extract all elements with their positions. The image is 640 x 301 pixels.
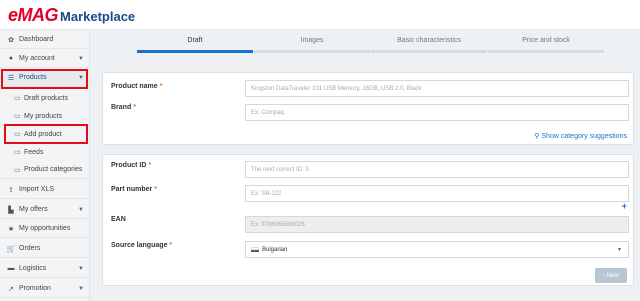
step-images[interactable]: Images (254, 37, 370, 44)
user-icon: ● (8, 55, 14, 62)
product-identifiers-panel: Product ID * The next correct ID: 3 Part … (102, 154, 634, 286)
sidebar-item-my-offers[interactable]: ▙ My offers ▼ (0, 201, 90, 219)
chevron-down-icon: ▼ (78, 265, 84, 272)
folder-icon: ▭ (14, 166, 21, 174)
source-language-label: Source language * (111, 242, 173, 249)
ean-label: EAN (111, 216, 126, 223)
sidebar-item-label: My account (19, 55, 55, 62)
step-basic-characteristics[interactable]: Basic characteristics (371, 37, 487, 44)
part-number-input[interactable]: Ex: SB-122 (245, 185, 629, 202)
source-language-select[interactable]: Bulgarian ▼ (245, 241, 629, 258)
step-price-and-stock[interactable]: Price and stock (488, 37, 604, 44)
product-id-input[interactable]: The next correct ID: 3 (245, 161, 629, 178)
folder-icon: ▭ (14, 113, 21, 120)
cart-icon: 🛒 (6, 245, 16, 253)
bulgaria-flag-icon (251, 247, 259, 252)
folder-icon: ▭ (14, 95, 21, 102)
product-id-label: Product ID * (111, 162, 152, 169)
chevron-down-icon: ▼ (78, 206, 84, 213)
sidebar-item-label: My opportunities (19, 225, 71, 232)
sidebar-item-orders[interactable]: 🛒 Orders (0, 240, 90, 258)
product-name-input[interactable]: Kingston DataTraveler 101 USB Memory, 16… (245, 80, 629, 97)
chevron-down-icon: ▼ (78, 55, 84, 62)
sidebar-item-label: My offers (19, 206, 48, 213)
caret-down-icon: ▼ (617, 246, 622, 253)
wizard-stepper: Draft Images Basic characteristics Price… (92, 31, 640, 59)
upload-icon: ⇪ (8, 186, 14, 194)
sidebar-item-dashboard[interactable]: ✿ Dashboard (0, 31, 90, 49)
highlight-add-product (4, 124, 88, 144)
logo-emag-text: eMAG (8, 4, 59, 25)
trend-icon: ↗ (8, 285, 14, 293)
sidebar-item-import-xls[interactable]: ⇪ Import XLS (0, 181, 90, 199)
star-icon: ★ (7, 225, 15, 233)
show-category-suggestions-link[interactable]: ⚲ Show category suggestions (534, 132, 627, 140)
sidebar-item-label: Import XLS (19, 186, 55, 193)
pin-icon: ⚲ (534, 133, 540, 140)
ean-input[interactable]: Ex: 9786065889026 (245, 216, 629, 233)
sidebar-subitem-product-categories[interactable]: ▭ Product categories (0, 161, 90, 179)
folder-icon: ▭ (14, 149, 21, 156)
sidebar-item-label: Logistics (19, 265, 47, 272)
source-language-value: Bulgarian (262, 246, 288, 253)
sidebar-item-my-account[interactable]: ● My account ▼ (0, 50, 90, 68)
logo-marketplace-text: Marketplace (60, 9, 136, 24)
step-price-and-stock-bar (488, 50, 604, 53)
truck-icon: ▬ (7, 265, 15, 272)
sidebar-subitem-draft-products[interactable]: ▭ Draft products (0, 89, 90, 107)
brand-label: Brand * (111, 104, 136, 111)
top-header: eMAG Marketplace (0, 0, 640, 30)
sidebar-item-my-opportunities[interactable]: ★ My opportunities (0, 220, 90, 238)
sidebar-item-promotion[interactable]: ↗ Promotion ▼ (0, 280, 90, 298)
step-draft-bar (137, 50, 253, 53)
sidebar-subitem-label: Feeds (24, 148, 44, 156)
emag-marketplace-logo[interactable]: eMAG Marketplace (8, 3, 135, 27)
sidebar-item-label: Orders (19, 245, 41, 252)
sidebar-subitem-feeds[interactable]: ▭ Feeds (0, 143, 90, 161)
sidebar-item-label: Dashboard (19, 36, 54, 43)
chart-icon: ▙ (8, 206, 14, 214)
step-draft[interactable]: Draft (137, 37, 253, 44)
product-info-panel: Product name * Kingston DataTraveler 101 … (102, 72, 634, 145)
next-button[interactable]: › Next (595, 268, 627, 283)
step-basic-characteristics-bar (371, 50, 487, 53)
sidebar-subitem-label: My products (24, 112, 63, 120)
sidebar-subitem-my-products[interactable]: ▭ My products (0, 107, 90, 125)
highlight-products (1, 69, 88, 89)
sidebar-item-logistics[interactable]: ▬ Logistics ▼ (0, 260, 90, 278)
step-images-bar (254, 50, 370, 53)
sidebar-subitem-label: Draft products (24, 94, 68, 102)
sidebar-item-label: Promotion (19, 285, 51, 292)
chevron-down-icon: ▼ (78, 285, 84, 292)
part-number-label: Part number * (111, 186, 157, 193)
palette-icon: ✿ (8, 36, 14, 44)
brand-input[interactable]: Ex: Compaq (245, 104, 629, 121)
product-name-label: Product name * (111, 83, 163, 90)
sidebar-subitem-label: Product categories (24, 166, 83, 173)
add-part-number-icon[interactable]: + (622, 201, 627, 211)
